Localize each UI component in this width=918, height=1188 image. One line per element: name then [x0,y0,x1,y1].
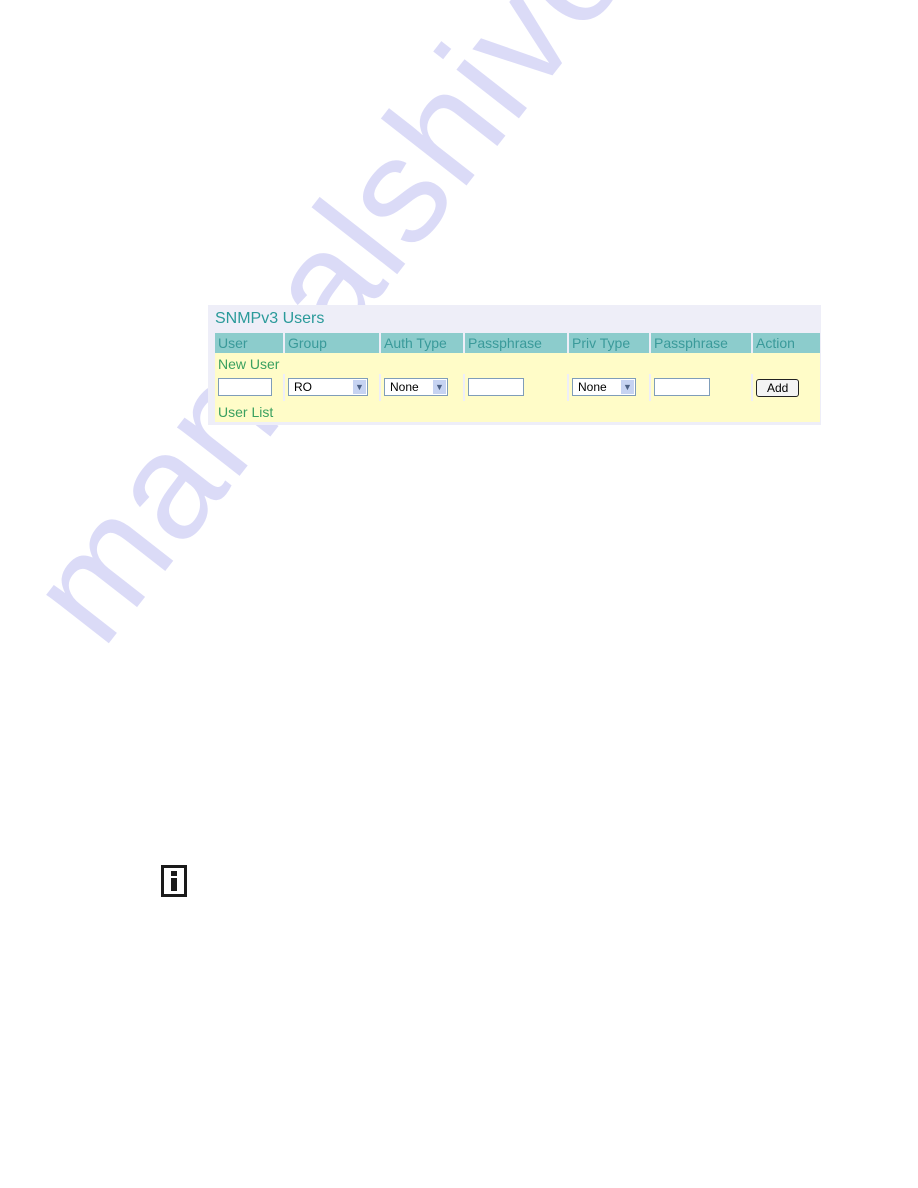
col-group: Group [285,333,379,353]
group-select-value: RO [294,380,312,395]
group-select[interactable]: RO ▼ [288,378,368,397]
chevron-down-icon[interactable]: ▼ [353,380,366,395]
col-priv-passphrase: Passphrase [651,333,751,353]
info-stem [171,878,177,891]
info-dot [171,871,177,876]
info-note-icon [161,865,187,897]
chevron-down-icon[interactable]: ▼ [621,380,634,395]
priv-type-select[interactable]: None ▼ [572,378,636,397]
col-action: Action [753,333,820,353]
snmpv3-users-table: User Group Auth Type Passphrase Priv Typ… [213,333,822,422]
priv-type-select-value: None [578,380,607,395]
new-user-inputs-row: RO ▼ None ▼ None ▼ Add [215,374,820,401]
panel-title: SNMPv3 Users [215,310,325,327]
user-list-label: User List [215,401,820,422]
auth-type-select[interactable]: None ▼ [384,378,448,397]
user-input[interactable] [218,378,272,397]
col-priv-type: Priv Type [569,333,649,353]
col-auth-type: Auth Type [381,333,463,353]
priv-passphrase-input[interactable] [654,378,710,397]
chevron-down-icon[interactable]: ▼ [433,380,446,395]
add-button[interactable]: Add [756,378,800,397]
user-list-row: User List [215,401,820,422]
col-auth-passphrase: Passphrase [465,333,567,353]
auth-type-select-value: None [390,380,419,395]
new-user-row: New User [215,353,820,374]
new-user-label: New User [215,353,820,374]
auth-passphrase-input[interactable] [468,378,524,397]
col-user: User [215,333,283,353]
table-header-row: User Group Auth Type Passphrase Priv Typ… [215,333,820,353]
snmpv3-users-panel: SNMPv3 Users User Group Auth Type Passph… [208,305,821,425]
